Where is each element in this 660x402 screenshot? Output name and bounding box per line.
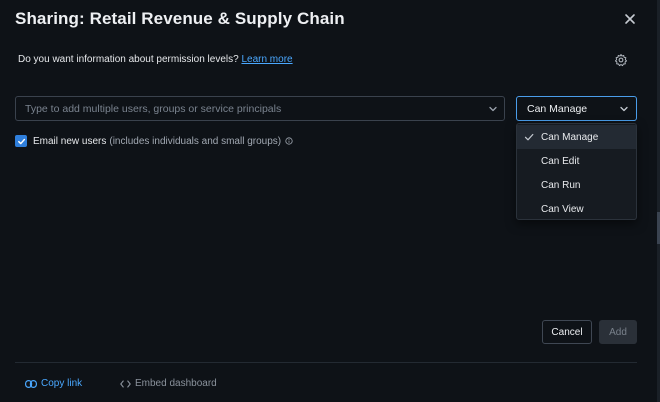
embed-dashboard-label: Embed dashboard xyxy=(135,378,217,389)
check-icon xyxy=(524,133,534,141)
close-icon[interactable] xyxy=(622,11,638,27)
add-button[interactable]: Add xyxy=(599,320,637,344)
email-new-users-row: Email new users (includes individuals an… xyxy=(15,135,293,147)
dialog-title: Sharing: Retail Revenue & Supply Chain xyxy=(15,9,345,28)
chevron-down-icon xyxy=(620,106,628,112)
footer-divider xyxy=(15,362,637,363)
email-new-users-checkbox[interactable] xyxy=(15,135,27,147)
menu-item-can-manage[interactable]: Can Manage xyxy=(517,125,636,149)
permission-info-question: Do you want information about permission… xyxy=(18,54,239,65)
email-new-users-label: Email new users xyxy=(33,135,107,147)
permission-dropdown-menu: Can Manage Can Edit Can Run Can View xyxy=(516,123,637,220)
menu-item-can-edit[interactable]: Can Edit xyxy=(517,149,636,173)
learn-more-link[interactable]: Learn more xyxy=(241,54,292,65)
gear-icon[interactable] xyxy=(614,53,628,67)
menu-item-label: Can View xyxy=(541,204,584,215)
permission-selected-value: Can Manage xyxy=(527,103,588,115)
check-icon xyxy=(17,138,25,144)
menu-item-can-run[interactable]: Can Run xyxy=(517,173,636,197)
email-new-users-hint: (includes individuals and small groups) xyxy=(109,135,282,147)
menu-item-label: Can Edit xyxy=(541,156,580,167)
user-search-input[interactable] xyxy=(25,97,485,120)
permission-info-text: Do you want information about permission… xyxy=(18,54,293,65)
info-icon[interactable] xyxy=(285,137,293,145)
menu-item-label: Can Run xyxy=(541,180,581,191)
copy-link-button[interactable]: Copy link xyxy=(25,378,82,389)
cancel-button[interactable]: Cancel xyxy=(542,320,592,344)
embed-dashboard-button[interactable]: Embed dashboard xyxy=(120,378,217,389)
menu-item-label: Can Manage xyxy=(541,132,599,143)
user-search-field[interactable] xyxy=(15,96,505,121)
link-icon xyxy=(25,379,37,388)
permission-level-select[interactable]: Can Manage xyxy=(516,96,637,121)
menu-item-can-view[interactable]: Can View xyxy=(517,197,636,221)
chevron-down-icon[interactable] xyxy=(488,104,498,114)
copy-link-label: Copy link xyxy=(41,378,83,389)
code-icon xyxy=(120,379,131,388)
